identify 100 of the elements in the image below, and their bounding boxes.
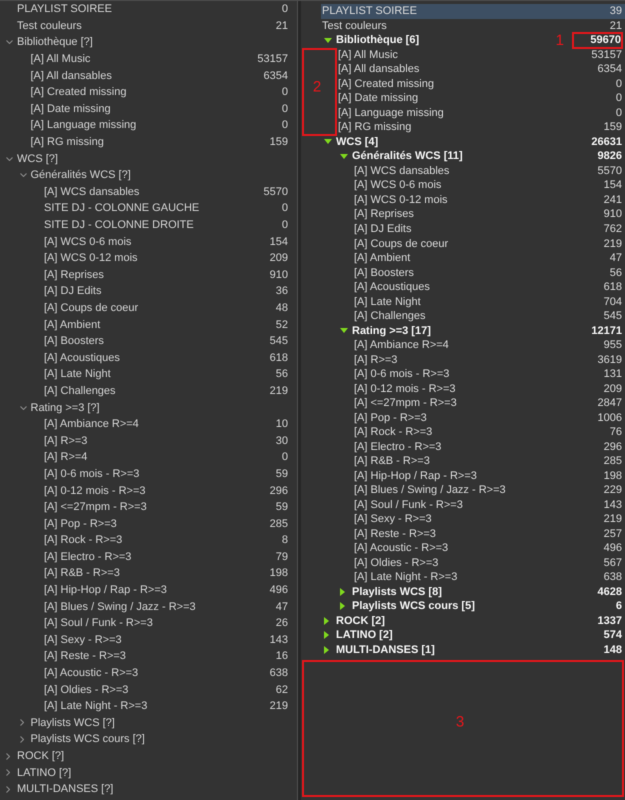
playlist-name[interactable]: [A] Acoustiques	[44, 352, 120, 364]
playlist-name[interactable]: SITE DJ - COLONNE GAUCHE	[44, 202, 200, 214]
playlist-name[interactable]: PLAYLIST SOIREE	[17, 3, 112, 16]
tree-row[interactable]: [A] Ambiance R>=4 955	[321, 338, 625, 352]
chevron-down-icon[interactable]	[20, 406, 26, 410]
chevron-right-icon[interactable]	[20, 736, 24, 743]
playlist-name[interactable]: [A] Challenges	[44, 384, 116, 397]
tree-row[interactable]: [A] Sexy - R>=3 219	[321, 512, 625, 527]
tree-row[interactable]: Rating >=3 [17] 12171	[321, 323, 625, 338]
tree-row[interactable]: [A] Language missing 0	[321, 106, 625, 120]
playlist-name[interactable]: [A] Ambiance R>=4	[44, 418, 139, 430]
folder-name[interactable]: Généralités WCS [?]	[30, 169, 131, 182]
playlist-name[interactable]: [A] All dansables	[30, 70, 112, 82]
tree-row[interactable]: [A] All dansables 6354	[321, 62, 625, 77]
tree-row[interactable]: Généralités WCS [11] 9826	[321, 149, 625, 164]
playlist-name[interactable]: [A] R>=3	[44, 434, 88, 447]
playlist-name[interactable]: [A] All Music	[30, 53, 90, 66]
tree-row[interactable]: [A] Electro - R>=3 296	[321, 439, 625, 454]
playlist-name[interactable]: [A] DJ Edits	[44, 285, 102, 298]
tree-row[interactable]: [A] Late Night 704	[321, 294, 625, 309]
tree-row[interactable]: [A] Pop - R>=3 1006	[321, 410, 625, 425]
playlist-name[interactable]: SITE DJ - COLONNE DROITE	[44, 219, 194, 232]
caret-right-icon[interactable]	[324, 646, 329, 654]
tree-row[interactable]: ROCK [2] 1337	[321, 614, 625, 628]
chevron-down-icon[interactable]	[20, 173, 26, 178]
folder-name[interactable]: Playlists WCS [?]	[30, 716, 115, 729]
caret-right-icon[interactable]	[324, 631, 329, 640]
tree-row[interactable]: [A] Hip-Hop / Rap - R>=3 198	[321, 468, 625, 484]
playlist-name[interactable]: [A] Electro - R>=3	[44, 550, 132, 563]
chevron-right-icon[interactable]	[20, 719, 24, 726]
playlist-name[interactable]: [A] Ambient	[44, 318, 100, 331]
tree-row[interactable]: [A] Created missing 0	[321, 76, 625, 92]
playlist-name[interactable]: [A] RG missing	[30, 136, 104, 148]
tree-row[interactable]: [A] Soul / Funk - R>=3 143	[321, 498, 625, 512]
tree-row[interactable]: LATINO [2] 574	[321, 628, 625, 643]
playlist-name[interactable]: [A] Late Night - R>=3	[44, 700, 148, 712]
folder-name[interactable]: Rating >=3 [?]	[30, 402, 100, 414]
caret-right-icon[interactable]	[340, 602, 345, 610]
chevron-right-icon[interactable]	[6, 769, 10, 776]
caret-down-icon[interactable]	[324, 38, 332, 43]
playlist-name[interactable]: [A] Rock - R>=3	[44, 534, 122, 546]
tree-row[interactable]: [A] WCS 0-12 mois 241	[321, 192, 625, 208]
tree-row[interactable]: [A] Blues / Swing / Jazz - R>=3 229	[321, 483, 625, 498]
playlist-name[interactable]: [A] Soul / Funk - R>=3	[44, 617, 153, 630]
playlist-name[interactable]: [A] Created missing	[30, 86, 126, 98]
folder-name[interactable]: WCS [?]	[17, 152, 58, 165]
chevron-down-icon[interactable]	[6, 156, 13, 161]
tree-row[interactable]: [A] 0-6 mois - R>=3 131	[321, 366, 625, 382]
caret-right-icon[interactable]	[340, 588, 345, 596]
playlist-name[interactable]: [A] R&B - R>=3	[44, 567, 120, 580]
tree-row[interactable]: Playlists WCS cours [5] 6	[321, 599, 625, 614]
tree-row[interactable]: [A] R>=3 3619	[321, 352, 625, 367]
playlist-name[interactable]: [A] Oldies - R>=3	[44, 684, 128, 696]
tree-row[interactable]: [A] Boosters 56	[321, 265, 625, 280]
tree-row[interactable]: [A] Acoustic - R>=3 496	[321, 541, 625, 556]
playlist-name[interactable]: [A] Reste - R>=3	[44, 650, 126, 662]
caret-down-icon[interactable]	[340, 154, 348, 159]
caret-down-icon[interactable]	[324, 139, 332, 144]
playlist-name[interactable]: [A] 0-12 mois - R>=3	[44, 484, 146, 497]
playlist-name[interactable]: [A] 0-6 mois - R>=3	[44, 468, 140, 480]
playlist-name[interactable]: [A] Hip-Hop / Rap - R>=3	[44, 584, 167, 596]
tree-row[interactable]: [A] Coups de coeur 219	[321, 236, 625, 251]
playlist-name[interactable]: [A] Coups de coeur	[44, 302, 138, 314]
tree-row[interactable]: [A] Late Night - R>=3 638	[321, 570, 625, 585]
tree-row[interactable]: PLAYLIST SOIREE 39	[321, 4, 625, 19]
chevron-right-icon[interactable]	[6, 786, 10, 793]
tree-row[interactable]: [A] WCS dansables 5570	[321, 164, 625, 178]
playlist-name[interactable]: [A] WCS dansables	[44, 186, 140, 198]
tree-row[interactable]: [A] Reprises 910	[321, 207, 625, 222]
tree-row[interactable]: [A] <=27mpm - R>=3 2847	[321, 396, 625, 410]
playlist-name[interactable]: [A] R>=4	[44, 451, 88, 464]
tree-row[interactable]: [A] WCS 0-6 mois 154	[321, 178, 625, 193]
tree-row[interactable]: [A] DJ Edits 762	[321, 222, 625, 236]
tree-row[interactable]: [A] Oldies - R>=3 567	[321, 556, 625, 570]
tree-row[interactable]: MULTI-DANSES [1] 148	[321, 642, 625, 658]
playlist-name[interactable]: Test couleurs	[17, 20, 82, 32]
playlist-name[interactable]: [A] Pop - R>=3	[44, 518, 117, 530]
tree-row[interactable]: [A] Reste - R>=3 257	[321, 526, 625, 542]
folder-name[interactable]: Playlists WCS cours [?]	[30, 733, 145, 746]
tree-row[interactable]: Bibliothèque [6] 1 59670	[321, 33, 625, 48]
playlist-name[interactable]: [A] Boosters	[44, 335, 104, 348]
tree-row[interactable]: [A] Challenges 545	[321, 308, 625, 324]
playlist-name[interactable]: [A] Date missing	[30, 102, 111, 115]
folder-name[interactable]: Bibliothèque [?]	[17, 36, 93, 48]
tree-row[interactable]: WCS [4] 26631	[321, 134, 625, 150]
tree-row[interactable]: Playlists WCS [8] 4628	[321, 584, 625, 600]
playlist-name[interactable]: [A] Blues / Swing / Jazz - R>=3	[44, 600, 196, 613]
folder-name[interactable]: LATINO [?]	[17, 766, 72, 779]
tree-row[interactable]: [A] Ambient 47	[321, 250, 625, 266]
caret-right-icon[interactable]	[324, 616, 329, 625]
chevron-down-icon[interactable]	[6, 40, 13, 44]
playlist-name[interactable]: [A] Sexy - R>=3	[44, 634, 122, 646]
playlist-name[interactable]: [A] WCS 0-12 mois	[44, 252, 138, 264]
caret-down-icon[interactable]	[340, 328, 348, 334]
playlist-name[interactable]: [A] <=27mpm - R>=3	[44, 501, 147, 514]
playlist-name[interactable]: [A] Acoustic - R>=3	[44, 667, 138, 680]
folder-name[interactable]: ROCK [?]	[17, 750, 64, 762]
tree-row[interactable]: Test couleurs 21	[321, 18, 625, 34]
playlist-name[interactable]: [A] Late Night	[44, 368, 111, 380]
playlist-name[interactable]: [A] WCS 0-6 mois	[44, 236, 132, 248]
